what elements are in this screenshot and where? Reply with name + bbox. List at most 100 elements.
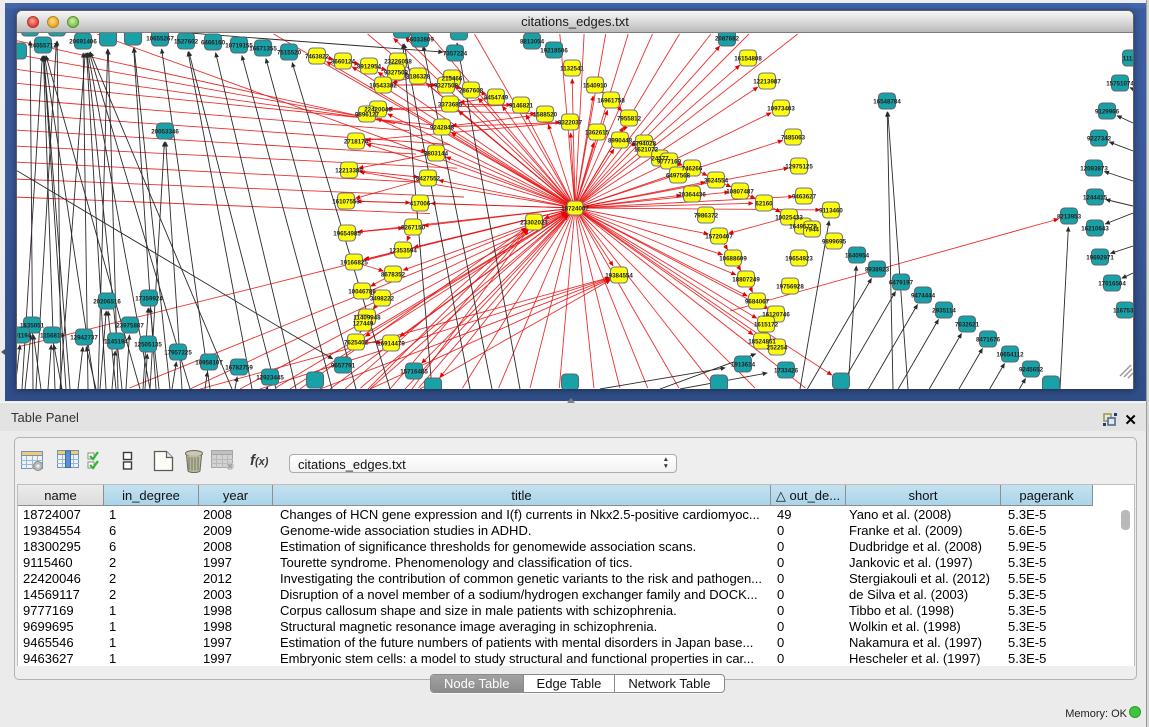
svg-text:7625402: 7625402 (344, 340, 369, 347)
svg-text:10958107: 10958107 (195, 360, 223, 367)
svg-text:17359924: 17359924 (135, 296, 163, 303)
svg-text:1733426: 1733426 (774, 368, 799, 375)
svg-text:2867608: 2867608 (459, 88, 484, 95)
svg-text:11123: 11123 (1123, 56, 1133, 63)
svg-text:19166825: 19166825 (340, 260, 368, 267)
svg-text:10654112: 10654112 (996, 352, 1024, 359)
svg-text:9657791: 9657791 (331, 363, 356, 370)
svg-text:12093873: 12093873 (1080, 166, 1108, 173)
svg-text:16154808: 16154808 (734, 56, 762, 63)
svg-text:1527602: 1527602 (174, 39, 199, 46)
svg-text:3498222: 3498222 (370, 296, 395, 303)
svg-text:9113460: 9113460 (819, 208, 843, 215)
svg-text:2935114: 2935114 (932, 308, 956, 315)
svg-text:9227342: 9227342 (1087, 136, 1112, 143)
svg-text:18807249: 18807249 (732, 277, 760, 284)
svg-text:6497568: 6497568 (666, 173, 691, 180)
svg-text:23975887: 23975887 (116, 323, 144, 330)
svg-text:9146821: 9146821 (509, 103, 534, 110)
svg-text:127449: 127449 (353, 321, 374, 328)
svg-text:12942737: 12942737 (70, 335, 98, 342)
svg-text:9129966: 9129966 (1095, 109, 1120, 116)
svg-text:17957225: 17957225 (164, 350, 192, 357)
svg-text:12923445: 12923445 (256, 375, 284, 382)
svg-text:16548784: 16548784 (873, 99, 901, 106)
svg-text:252254: 252254 (767, 345, 788, 352)
svg-text:16961758: 16961758 (597, 98, 625, 105)
svg-text:8186328: 8186328 (406, 74, 431, 81)
svg-text:10688609: 10688609 (719, 256, 747, 263)
svg-text:8912954: 8912954 (357, 64, 382, 71)
svg-text:19654923: 19654923 (785, 256, 813, 263)
svg-text:9327508: 9327508 (434, 83, 459, 90)
svg-text:2087682: 2087682 (715, 36, 740, 43)
svg-text:8813054: 8813054 (520, 39, 545, 46)
svg-text:7485063: 7485063 (781, 135, 806, 142)
svg-text:16120746: 16120746 (762, 312, 790, 319)
svg-text:1913614: 1913614 (731, 362, 756, 369)
svg-text:16033809: 16033809 (406, 37, 434, 44)
svg-text:2803144: 2803144 (424, 151, 449, 158)
svg-text:16107553: 16107553 (332, 199, 360, 206)
svg-text:1362615: 1362615 (585, 130, 610, 137)
svg-text:10046786: 10046786 (348, 289, 376, 296)
svg-text:1132541: 1132541 (560, 66, 584, 73)
svg-text:8427552: 8427552 (416, 176, 441, 183)
svg-text:19756928: 19756928 (776, 284, 804, 291)
svg-text:23302023: 23302023 (520, 220, 548, 227)
svg-text:391194: 391194 (17, 333, 32, 340)
svg-text:8990448: 8990448 (608, 138, 633, 145)
svg-text:1145194: 1145194 (104, 339, 128, 346)
svg-text:7632621: 7632621 (955, 322, 980, 329)
svg-text:2718176: 2718176 (344, 139, 369, 146)
svg-text:7515520: 7515520 (277, 50, 302, 57)
svg-text:18724007: 18724007 (561, 206, 589, 213)
svg-text:6466160: 6466160 (201, 40, 226, 47)
svg-text:9474444: 9474444 (911, 293, 936, 300)
svg-text:23226058: 23226058 (384, 59, 412, 66)
svg-text:7944: 7944 (805, 227, 819, 234)
svg-text:12213987: 12213987 (753, 79, 781, 86)
svg-text:9245652: 9245652 (1019, 367, 1044, 374)
svg-text:1621072: 1621072 (634, 147, 659, 154)
svg-text:15720407: 15720407 (705, 234, 733, 241)
svg-text:9899695: 9899695 (822, 239, 847, 246)
svg-text:12975125: 12975125 (785, 164, 813, 171)
svg-text:7986372: 7986372 (694, 213, 719, 220)
svg-text:417006: 417006 (410, 201, 431, 208)
svg-text:9896127: 9896127 (355, 112, 380, 119)
svg-text:8471676: 8471676 (976, 337, 1001, 344)
svg-text:1156819: 1156819 (40, 333, 64, 340)
svg-text:16671355: 16671355 (249, 46, 277, 53)
svg-text:10973403: 10973403 (767, 106, 795, 113)
svg-text:9242848: 9242848 (430, 125, 455, 132)
svg-text:20206516: 20206516 (93, 299, 121, 306)
svg-text:1588520: 1588520 (533, 112, 558, 119)
svg-text:10807487: 10807487 (726, 189, 754, 196)
svg-text:12213389: 12213389 (335, 168, 363, 175)
svg-text:9463627: 9463627 (792, 194, 817, 201)
svg-text:9327503: 9327503 (384, 70, 409, 77)
svg-text:12505135: 12505135 (134, 342, 162, 349)
svg-text:1167533: 1167533 (1113, 308, 1133, 315)
svg-text:20691406: 20691406 (69, 39, 97, 46)
svg-text:19654985: 19654985 (333, 231, 361, 238)
svg-text:1540910: 1540910 (583, 83, 608, 90)
svg-text:8213953: 8213953 (1057, 214, 1082, 221)
svg-text:16914479: 16914479 (377, 341, 405, 348)
svg-text:14055712: 14055712 (29, 43, 57, 50)
svg-text:10655267: 10655267 (146, 36, 174, 43)
svg-text:1835051: 1835051 (20, 323, 45, 330)
svg-text:7357224: 7357224 (443, 51, 468, 58)
svg-text:8454749: 8454749 (484, 95, 509, 102)
svg-text:1615172: 1615172 (754, 322, 779, 329)
svg-text:3624554: 3624554 (704, 178, 729, 185)
svg-text:19384554: 19384554 (605, 273, 633, 280)
svg-text:19218506: 19218506 (540, 48, 568, 55)
svg-text:8267150: 8267150 (401, 225, 426, 232)
svg-text:8938923: 8938923 (865, 267, 890, 274)
svg-text:12353594: 12353594 (389, 248, 417, 255)
svg-text:9684067: 9684067 (745, 299, 770, 306)
svg-text:1244415: 1244415 (1083, 195, 1108, 202)
svg-text:3373685: 3373685 (438, 102, 463, 109)
